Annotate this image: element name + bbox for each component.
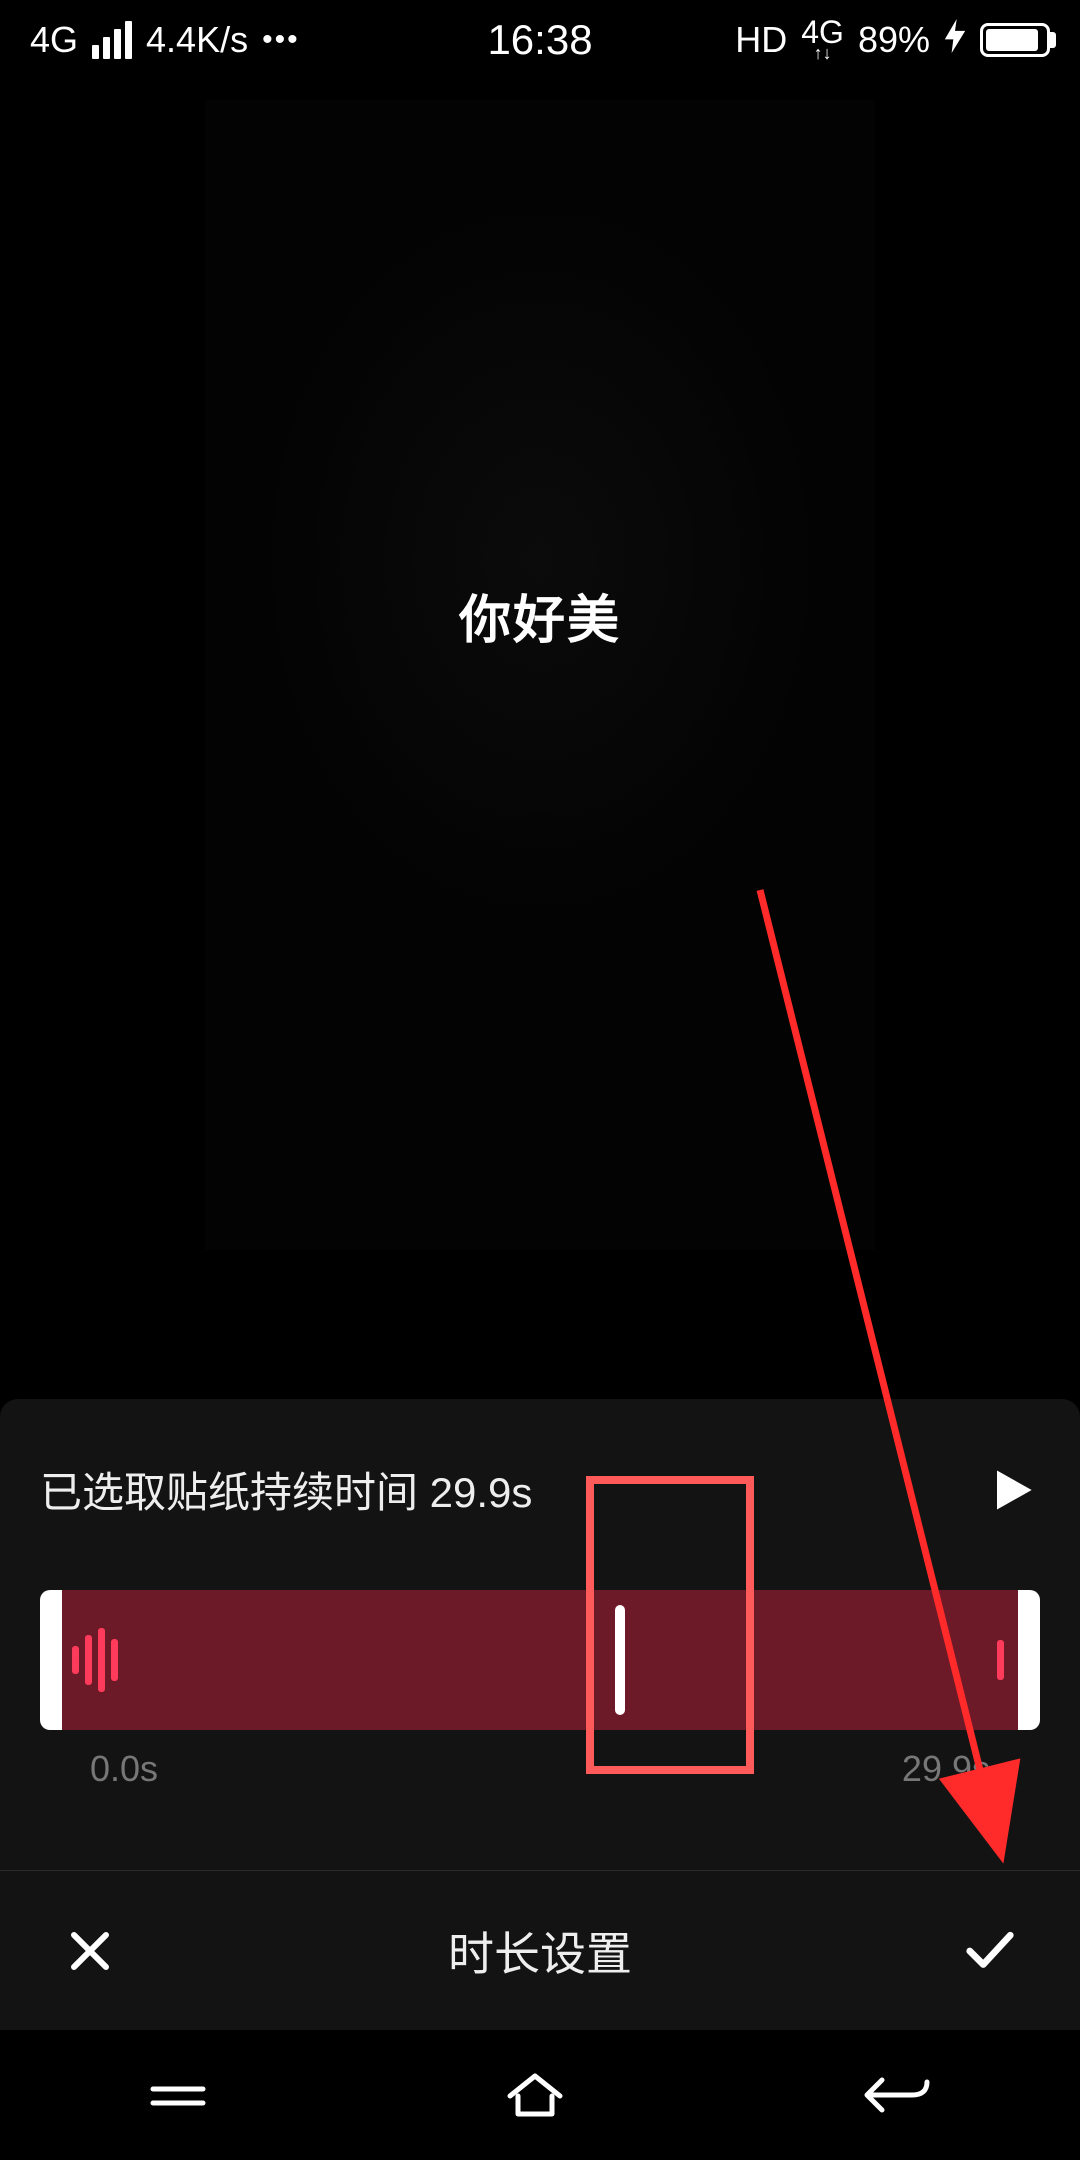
network-speed-label: 4.4K/s	[146, 19, 248, 61]
more-dots-icon: •••	[262, 23, 300, 57]
play-button[interactable]	[980, 1464, 1040, 1516]
playhead[interactable]	[615, 1605, 625, 1715]
timeline[interactable]: 0.0s 29.9s	[0, 1520, 1080, 1810]
duration-panel: 已选取贴纸持续时间 29.9s 0.0s 29.9s 时长设置	[0, 1399, 1080, 2030]
nav-menu-icon[interactable]	[143, 2075, 213, 2115]
status-bar: 4G 4.4K/s ••• 16:38 HD 4G↑↓ 89%	[0, 0, 1080, 80]
hd-label: HD	[735, 19, 787, 61]
mobile-data-icon: 4G↑↓	[801, 20, 844, 60]
nav-home-icon[interactable]	[500, 2068, 570, 2123]
battery-icon	[980, 23, 1050, 57]
network-type-label: 4G	[30, 19, 78, 61]
signal-icon	[92, 21, 132, 59]
timeline-end-label: 29.9s	[902, 1748, 990, 1790]
video-preview[interactable]: 你好美	[205, 100, 875, 1250]
timeline-track[interactable]	[40, 1590, 1040, 1730]
clock-label: 16:38	[487, 16, 592, 64]
cancel-button[interactable]	[60, 1927, 120, 1975]
sticker-text[interactable]: 你好美	[459, 578, 621, 653]
system-nav-bar	[0, 2030, 1080, 2160]
charging-icon	[944, 19, 966, 61]
nav-back-icon[interactable]	[857, 2070, 937, 2120]
panel-title: 时长设置	[120, 1918, 960, 1984]
waveform-icon	[72, 1628, 118, 1692]
battery-percent-label: 89%	[858, 19, 930, 61]
trim-handle-right[interactable]	[997, 1640, 1004, 1680]
selected-duration-label: 已选取贴纸持续时间 29.9s	[40, 1459, 532, 1520]
timeline-start-label: 0.0s	[90, 1748, 158, 1790]
confirm-button[interactable]	[960, 1924, 1020, 1978]
